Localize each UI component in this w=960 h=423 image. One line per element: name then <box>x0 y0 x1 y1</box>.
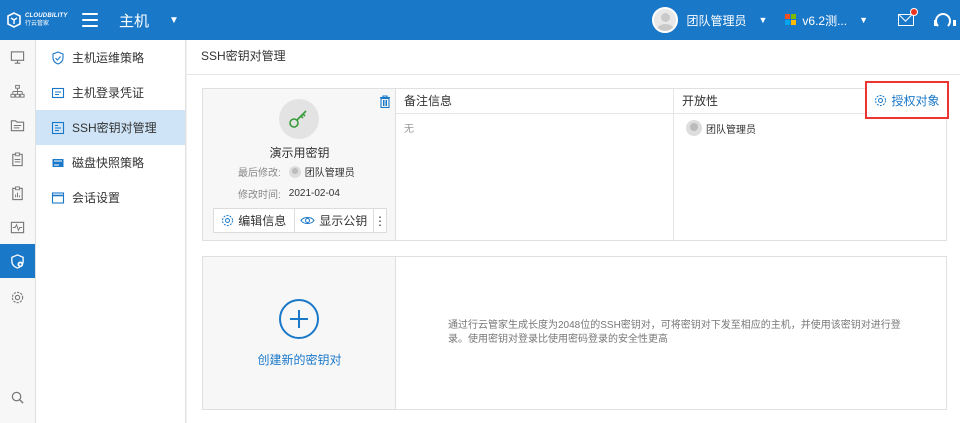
rail-report-icon[interactable] <box>0 176 35 210</box>
create-keypair-label: 创建新的密钥对 <box>257 353 342 367</box>
modified-by-row: 最后修改: 团队管理员 <box>238 164 355 179</box>
show-public-key-label: 显示公钥 <box>319 214 368 228</box>
key-card: 演示用密钥 最后修改: 团队管理员 修改时间: 2021-02-04 编辑信息 … <box>202 88 947 241</box>
modified-by-value: 团队管理员 <box>304 168 355 179</box>
edit-info-button[interactable]: 编辑信息 <box>214 209 294 232</box>
notes-column: 备注信息 无 <box>396 89 674 240</box>
avatar <box>686 120 702 136</box>
cloudbility-logo-icon <box>7 12 21 28</box>
rail-folder-icon[interactable] <box>0 108 35 142</box>
eye-icon <box>300 217 315 224</box>
rail-topology-icon[interactable] <box>0 74 35 108</box>
logo[interactable]: CLOUDBILITY 行云管家 <box>0 0 68 40</box>
user-name[interactable]: 团队管理员 <box>686 12 746 29</box>
key-icon <box>279 99 319 139</box>
create-description: 通过行云管家生成长度为2048位的SSH密钥对，可将密钥对下发至相应的主机，并使… <box>448 320 901 345</box>
mail-icon[interactable] <box>898 8 918 26</box>
authorize-objects-label: 授权对象 <box>891 93 940 108</box>
headset-icon[interactable] <box>934 12 956 29</box>
subnav-label: SSH密钥对管理 <box>72 121 157 135</box>
authorize-objects-button[interactable]: 授权对象 <box>865 81 949 119</box>
avatar <box>288 165 301 178</box>
show-public-key-button[interactable]: 显示公钥 <box>293 209 374 232</box>
modified-by-label: 最后修改: <box>238 168 281 179</box>
user-avatar[interactable] <box>652 7 679 33</box>
modified-time-row: 修改时间: 2021-02-04 <box>238 186 340 201</box>
plus-icon <box>279 299 319 339</box>
subnav-label: 主机运维策略 <box>72 51 145 65</box>
window-icon <box>51 191 65 205</box>
edit-info-label: 编辑信息 <box>238 214 287 228</box>
rail-activity-icon[interactable] <box>0 210 35 244</box>
subnav-label: 主机登录凭证 <box>72 86 145 100</box>
modified-time-value: 2021-02-04 <box>288 188 340 199</box>
sub-navigation: 主机运维策略 主机登录凭证 SSH密钥对管理 磁盘快照策略 会话设置 <box>36 40 186 423</box>
rail-search-icon[interactable] <box>0 380 35 414</box>
rail-monitor-icon[interactable] <box>0 40 35 74</box>
more-options-button[interactable]: ⋮ <box>373 209 386 232</box>
windows-logo-icon <box>785 14 797 26</box>
subnav-label: 磁盘快照策略 <box>72 156 145 170</box>
gear-icon <box>222 215 234 226</box>
notes-value: 无 <box>404 124 414 135</box>
user-menu-chevron-icon[interactable]: ▼ <box>758 15 767 25</box>
subnav-item-session-settings[interactable]: 会话设置 <box>36 180 185 215</box>
logo-text-en: CLOUDBILITY <box>25 13 68 19</box>
key-name: 演示用密钥 <box>269 146 330 160</box>
key-actions: 编辑信息 显示公钥 ⋮ <box>213 208 387 233</box>
create-keypair-card: 创建新的密钥对 通过行云管家生成长度为2048位的SSH密钥对，可将密钥对下发至… <box>202 256 947 410</box>
rail-gear-icon[interactable] <box>0 280 35 314</box>
credential-icon <box>51 86 65 100</box>
page-title: SSH密钥对管理 <box>187 40 960 75</box>
trash-icon[interactable] <box>379 95 391 108</box>
openness-value: 团队管理员 <box>706 124 756 136</box>
modified-time-label: 修改时间: <box>238 190 281 201</box>
subnav-label: 会话设置 <box>72 191 121 205</box>
subnav-item-ops-policy[interactable]: 主机运维策略 <box>36 40 185 75</box>
gear-icon <box>875 94 887 106</box>
shield-check-icon <box>51 50 65 65</box>
rail-shield-icon[interactable] <box>0 244 35 278</box>
keypair-icon <box>51 121 65 135</box>
notes-header: 备注信息 <box>396 89 673 114</box>
logo-text-cn: 行云管家 <box>25 21 50 27</box>
module-title: 主机 <box>119 12 150 30</box>
notification-dot <box>910 8 918 16</box>
subnav-item-ssh-keypair[interactable]: SSH密钥对管理 <box>36 110 185 145</box>
chevron-down-icon[interactable]: ▼ <box>169 15 179 26</box>
main-content: SSH密钥对管理 演示用密钥 最后修改: 团队管理员 修改时间: 2021-02… <box>187 40 960 423</box>
version-selector[interactable]: v6.2测... <box>802 12 847 29</box>
more-icon: ⋮ <box>374 213 386 228</box>
rail-clipboard-icon[interactable] <box>0 142 35 176</box>
top-bar: CLOUDBILITY 行云管家 主机 ▼ 团队管理员 ▼ v6.2测... ▼ <box>0 0 960 40</box>
icon-rail <box>0 40 36 423</box>
menu-toggle-icon[interactable] <box>82 13 98 27</box>
subnav-item-login-credential[interactable]: 主机登录凭证 <box>36 75 185 110</box>
version-chevron-icon[interactable]: ▼ <box>859 15 868 25</box>
key-summary: 演示用密钥 最后修改: 团队管理员 修改时间: 2021-02-04 编辑信息 … <box>203 89 396 240</box>
create-keypair-button[interactable]: 创建新的密钥对 <box>203 257 396 409</box>
disk-icon <box>51 156 65 170</box>
subnav-item-disk-snapshot[interactable]: 磁盘快照策略 <box>36 145 185 180</box>
